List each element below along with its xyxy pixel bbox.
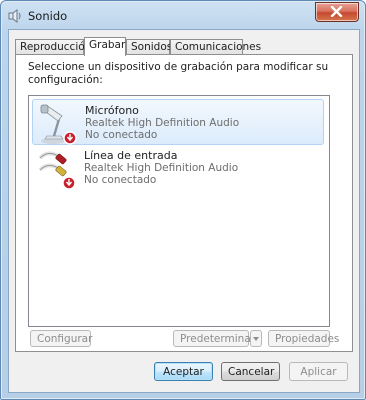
apply-button[interactable]: Aplicar: [289, 362, 348, 381]
chevron-down-icon: [253, 337, 259, 341]
window-title: Sonido: [28, 9, 68, 23]
tab-comunicaciones[interactable]: Comunicaciones: [170, 39, 261, 54]
cancel-button[interactable]: Cancelar: [221, 362, 280, 381]
device-item-microfono[interactable]: Micrófono Realtek High Definition Audio …: [32, 99, 324, 145]
close-button[interactable]: [315, 2, 359, 22]
instruction-text: Seleccione un dispositivo de grabación p…: [28, 61, 329, 86]
device-status: No conectado: [84, 174, 157, 186]
device-item-linea-de-entrada[interactable]: Línea de entrada Realtek High Definition…: [32, 145, 324, 191]
line-in-icon: [38, 151, 76, 190]
tab-grabar[interactable]: Grabar: [84, 37, 126, 56]
properties-button[interactable]: Propiedades: [268, 330, 339, 347]
device-name: Línea de entrada: [84, 149, 178, 162]
speaker-icon: [8, 9, 21, 23]
close-icon: [330, 6, 343, 17]
configure-button[interactable]: Configurar: [30, 330, 92, 347]
dialog-client-area: Reproducción Grabar Sonidos Comunicacion…: [8, 29, 360, 393]
tab-panel-grabar: Seleccione un dispositivo de grabación p…: [15, 54, 353, 352]
device-driver: Realtek High Definition Audio: [84, 162, 239, 174]
sound-dialog-window: Sonido Reproducción Grabar Sonidos Comun…: [0, 0, 366, 400]
tab-sonidos[interactable]: Sonidos: [126, 39, 172, 54]
set-default-dropdown-button[interactable]: [250, 330, 262, 347]
device-driver: Realtek High Definition Audio: [85, 117, 240, 129]
tab-reproduccion[interactable]: Reproducción: [15, 39, 91, 54]
recording-device-list[interactable]: Micrófono Realtek High Definition Audio …: [28, 95, 330, 327]
microphone-icon: [40, 104, 77, 145]
set-default-button[interactable]: Predeterminar: [173, 330, 255, 347]
ok-button[interactable]: Aceptar: [154, 362, 213, 381]
device-name: Micrófono: [85, 104, 139, 117]
device-status: No conectado: [85, 129, 158, 141]
title-bar[interactable]: Sonido: [1, 1, 365, 29]
